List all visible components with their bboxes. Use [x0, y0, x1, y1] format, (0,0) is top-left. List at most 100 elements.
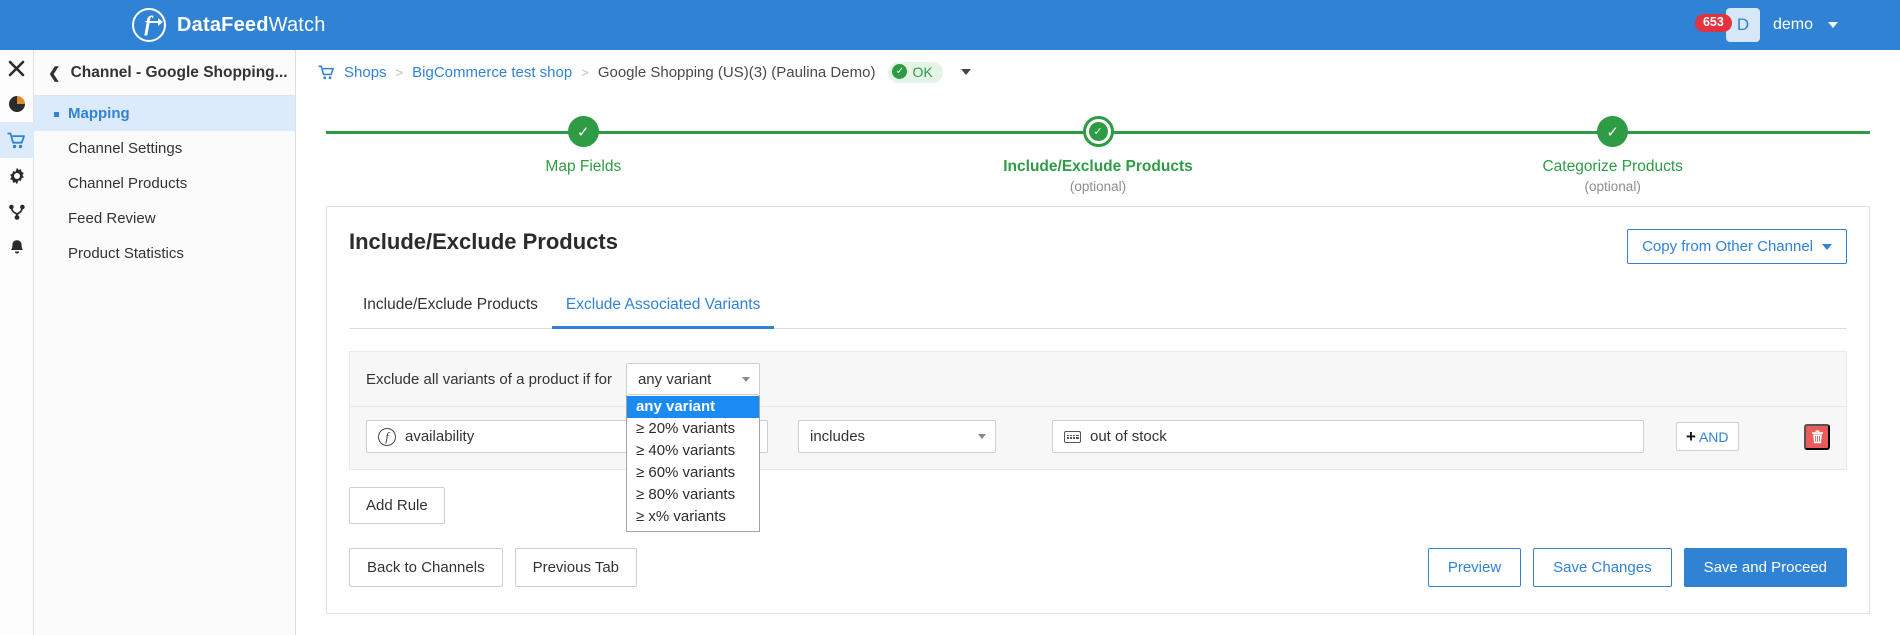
- rule-header: Exclude all variants of a product if for…: [349, 351, 1847, 406]
- sidebar-item-product-statistics[interactable]: Product Statistics: [34, 236, 295, 271]
- add-and-condition-button[interactable]: + AND: [1676, 422, 1739, 451]
- sidebar-item-label: Mapping: [68, 105, 130, 122]
- chevron-down-icon[interactable]: [961, 69, 971, 75]
- copy-from-other-channel-button[interactable]: Copy from Other Channel: [1627, 229, 1847, 264]
- save-and-proceed-button[interactable]: Save and Proceed: [1684, 548, 1847, 587]
- breadcrumb-shop[interactable]: BigCommerce test shop: [412, 64, 572, 81]
- brand-name-light: Watch: [269, 14, 326, 36]
- user-name[interactable]: demo: [1773, 16, 1813, 34]
- shopping-cart-icon: [318, 65, 335, 80]
- main-content: Shops > BigCommerce test shop > Google S…: [296, 50, 1900, 635]
- variant-threshold-value: any variant: [638, 371, 711, 388]
- rule-prefix-label: Exclude all variants of a product if for: [366, 371, 612, 388]
- tab-label: Exclude Associated Variants: [566, 296, 760, 313]
- breadcrumb-channel: Google Shopping (US)(3) (Paulina Demo): [598, 64, 876, 81]
- pie-chart-icon[interactable]: [0, 86, 34, 122]
- variant-threshold-select-wrapper: any variant any variant ≥ 20% variants ≥…: [626, 363, 760, 395]
- notification-badge[interactable]: 653: [1695, 14, 1732, 32]
- keyboard-icon: [1064, 431, 1081, 443]
- delete-rule-button[interactable]: [1804, 424, 1830, 450]
- step-map-fields[interactable]: ✓ Map Fields: [326, 116, 841, 194]
- save-changes-label: Save Changes: [1553, 559, 1651, 576]
- back-to-channels-button[interactable]: Back to Channels: [349, 548, 503, 587]
- check-icon: ✓: [1597, 116, 1628, 147]
- chevron-left-icon[interactable]: ❮: [48, 66, 61, 81]
- channel-sidebar: ❮ Channel - Google Shopping... Mapping C…: [34, 50, 296, 635]
- step-label: Include/Exclude Products: [841, 158, 1356, 176]
- card-tabs: Include/Exclude Products Exclude Associa…: [349, 286, 1847, 329]
- step-sublabel: (optional): [841, 179, 1356, 194]
- breadcrumb-shops[interactable]: Shops: [344, 64, 387, 81]
- tab-exclude-associated-variants[interactable]: Exclude Associated Variants: [552, 287, 774, 329]
- datafeedwatch-logo-icon: f: [132, 8, 166, 42]
- variant-threshold-select[interactable]: any variant: [626, 363, 760, 395]
- sidebar-header-label: Channel - Google Shopping...: [71, 64, 288, 82]
- dropdown-option-40-percent[interactable]: ≥ 40% variants: [627, 440, 759, 462]
- dropdown-option-x-percent[interactable]: ≥ x% variants: [627, 506, 759, 528]
- chevron-down-icon: [978, 434, 986, 439]
- preview-label: Preview: [1448, 559, 1501, 576]
- step-label: Map Fields: [326, 158, 841, 176]
- rule-operator-value: includes: [810, 428, 865, 445]
- tab-include-exclude-products[interactable]: Include/Exclude Products: [349, 287, 552, 329]
- chevron-down-icon: [742, 377, 750, 382]
- rule-value-text: out of stock: [1090, 428, 1167, 445]
- tab-label: Include/Exclude Products: [363, 296, 538, 313]
- save-and-proceed-label: Save and Proceed: [1704, 559, 1827, 576]
- back-to-channels-label: Back to Channels: [367, 559, 485, 576]
- sidebar-header[interactable]: ❮ Channel - Google Shopping...: [34, 50, 295, 96]
- previous-tab-button[interactable]: Previous Tab: [515, 548, 637, 587]
- card-footer: Back to Channels Previous Tab Preview Sa…: [349, 548, 1847, 587]
- dropdown-option-any-variant[interactable]: any variant: [627, 396, 759, 418]
- breadcrumb-separator: >: [581, 65, 589, 80]
- close-icon[interactable]: [0, 50, 34, 86]
- breadcrumb: Shops > BigCommerce test shop > Google S…: [296, 58, 1900, 86]
- sidebar-item-mapping[interactable]: Mapping: [34, 96, 295, 131]
- check-icon: ✓: [892, 64, 907, 79]
- check-icon: ✓: [568, 116, 599, 147]
- step-sublabel: (optional): [1355, 179, 1870, 194]
- rule-operator-select[interactable]: includes: [798, 420, 996, 453]
- add-rule-label: Add Rule: [366, 497, 428, 514]
- brand-text: DataFeedWatch: [177, 14, 326, 37]
- chevron-down-icon[interactable]: [1828, 22, 1838, 28]
- rule-attribute-value: availability: [405, 428, 474, 445]
- sidebar-item-channel-settings[interactable]: Channel Settings: [34, 131, 295, 166]
- rule-builder: Exclude all variants of a product if for…: [349, 351, 1847, 524]
- dropdown-option-80-percent[interactable]: ≥ 80% variants: [627, 484, 759, 506]
- sidebar-item-feed-review[interactable]: Feed Review: [34, 201, 295, 236]
- save-changes-button[interactable]: Save Changes: [1533, 548, 1671, 587]
- page-title: Include/Exclude Products: [349, 229, 618, 255]
- dropdown-option-60-percent[interactable]: ≥ 60% variants: [627, 462, 759, 484]
- share-network-icon[interactable]: [0, 194, 34, 230]
- icon-rail: [0, 50, 34, 635]
- add-rule-button[interactable]: Add Rule: [349, 487, 445, 524]
- shopping-cart-icon[interactable]: [0, 122, 34, 158]
- top-bar-right: 653 D demo: [1726, 8, 1880, 42]
- card-header: Include/Exclude Products Copy from Other…: [327, 207, 1869, 264]
- status-badge[interactable]: ✓ OK: [888, 62, 942, 83]
- copy-from-other-channel-label: Copy from Other Channel: [1642, 238, 1813, 255]
- progress-stepper: ✓ Map Fields ✓ Include/Exclude Products …: [326, 116, 1870, 188]
- rule-row: f availability includes out of stock: [366, 420, 1830, 453]
- app-logo[interactable]: f DataFeedWatch: [132, 8, 326, 42]
- step-categorize-products[interactable]: ✓ Categorize Products (optional): [1355, 116, 1870, 194]
- include-exclude-card: Include/Exclude Products Copy from Other…: [326, 206, 1870, 614]
- chevron-down-icon: [1822, 244, 1832, 250]
- step-label: Categorize Products: [1355, 158, 1870, 176]
- dropdown-option-20-percent[interactable]: ≥ 20% variants: [627, 418, 759, 440]
- preview-button[interactable]: Preview: [1428, 548, 1521, 587]
- sidebar-item-label: Feed Review: [68, 210, 156, 227]
- gear-icon[interactable]: [0, 158, 34, 194]
- sidebar-item-channel-products[interactable]: Channel Products: [34, 166, 295, 201]
- check-icon: ✓: [1083, 116, 1114, 147]
- step-include-exclude-products[interactable]: ✓ Include/Exclude Products (optional): [841, 116, 1356, 194]
- sidebar-item-label: Channel Settings: [68, 140, 182, 157]
- function-icon: f: [378, 428, 396, 446]
- bell-icon[interactable]: [0, 230, 34, 266]
- rule-value-field[interactable]: out of stock: [1052, 420, 1644, 453]
- trash-icon: [1811, 430, 1824, 444]
- rule-body: f availability includes out of stock: [349, 406, 1847, 470]
- status-badge-label: OK: [912, 64, 932, 80]
- account-avatar-group[interactable]: 653 D: [1726, 8, 1760, 42]
